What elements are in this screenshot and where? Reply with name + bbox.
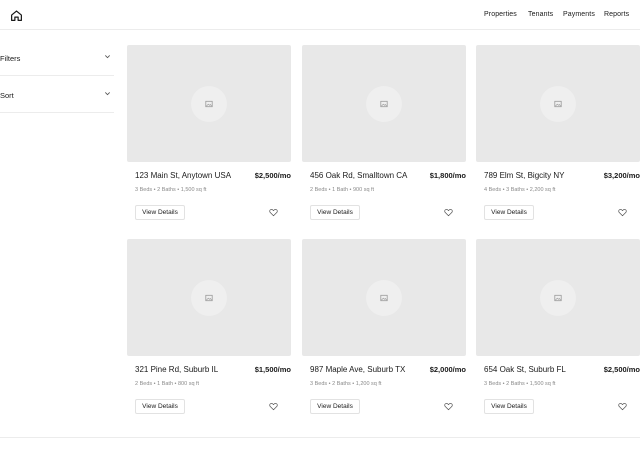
heart-icon[interactable] [444,402,453,411]
heart-icon[interactable] [618,402,627,411]
listing-card: 987 Maple Ave, Suburb TX $2,000/mo 3 Bed… [302,239,466,425]
view-details-button[interactable]: View Details [310,205,360,220]
listing-price: $2,000/mo [429,365,466,374]
heart-icon[interactable] [444,208,453,217]
nav-properties[interactable]: Properties [484,11,517,18]
view-details-button[interactable]: View Details [484,205,534,220]
listing-image-placeholder[interactable] [302,45,466,162]
chevron-down-icon [104,90,111,97]
footer-divider [0,437,640,438]
listing-price: $2,500/mo [254,171,291,180]
home-icon[interactable] [10,9,23,22]
listing-address: 123 Main St, Anytown USA [135,171,232,180]
image-placeholder-icon [380,294,388,302]
nav-reports[interactable]: Reports [604,11,629,18]
view-details-button[interactable]: View Details [484,399,534,414]
image-placeholder-icon [380,100,388,108]
listing-details: 2 Beds • 1 Bath • 900 sq ft [310,187,375,193]
listing-price: $3,200/mo [603,171,640,180]
image-placeholder-icon [205,100,213,108]
sort-dropdown[interactable]: Sort [0,76,114,113]
image-placeholder-icon [205,294,213,302]
view-details-button[interactable]: View Details [310,399,360,414]
heart-icon[interactable] [269,402,278,411]
listing-details: 3 Beds • 2 Baths • 1,500 sq ft [135,187,207,193]
listing-card: 789 Elm St, Bigcity NY $3,200/mo 4 Beds … [476,45,640,231]
listing-card: 321 Pine Rd, Suburb IL $1,500/mo 2 Beds … [127,239,291,425]
listing-price: $1,500/mo [254,365,291,374]
listing-image-placeholder[interactable] [127,239,291,356]
listing-price: $2,500/mo [603,365,640,374]
heart-icon[interactable] [618,208,627,217]
listing-details: 3 Beds • 2 Baths • 1,500 sq ft [484,381,556,387]
listing-price: $1,800/mo [429,171,466,180]
listing-card: 123 Main St, Anytown USA $2,500/mo 3 Bed… [127,45,291,231]
filters-dropdown[interactable]: Filters [0,39,114,76]
listing-details: 4 Beds • 3 Baths • 2,200 sq ft [484,187,556,193]
view-details-button[interactable]: View Details [135,399,185,414]
listing-image-placeholder[interactable] [302,239,466,356]
listing-details: 3 Beds • 2 Baths • 1,200 sq ft [310,381,382,387]
listing-address: 789 Elm St, Bigcity NY [484,171,565,180]
image-placeholder-icon [554,100,562,108]
nav-payments[interactable]: Payments [563,11,595,18]
image-placeholder-icon [554,294,562,302]
listing-address: 456 Oak Rd, Smalltown CA [310,171,408,180]
view-details-button[interactable]: View Details [135,205,185,220]
listing-address: 987 Maple Ave, Suburb TX [310,365,406,374]
listing-card: 654 Oak St, Suburb FL $2,500/mo 3 Beds •… [476,239,640,425]
listing-image-placeholder[interactable] [127,45,291,162]
listing-image-placeholder[interactable] [476,45,640,162]
listing-address: 321 Pine Rd, Suburb IL [135,365,219,374]
top-navigation-bar: Properties Tenants Payments Reports [0,0,640,30]
sort-label: Sort [0,91,14,100]
listing-card: 456 Oak Rd, Smalltown CA $1,800/mo 2 Bed… [302,45,466,231]
nav-tenants[interactable]: Tenants [528,11,553,18]
heart-icon[interactable] [269,208,278,217]
chevron-down-icon [104,53,111,60]
filters-label: Filters [0,54,21,63]
listing-details: 2 Beds • 1 Bath • 800 sq ft [135,381,200,387]
listing-address: 654 Oak St, Suburb FL [484,365,566,374]
listing-image-placeholder[interactable] [476,239,640,356]
